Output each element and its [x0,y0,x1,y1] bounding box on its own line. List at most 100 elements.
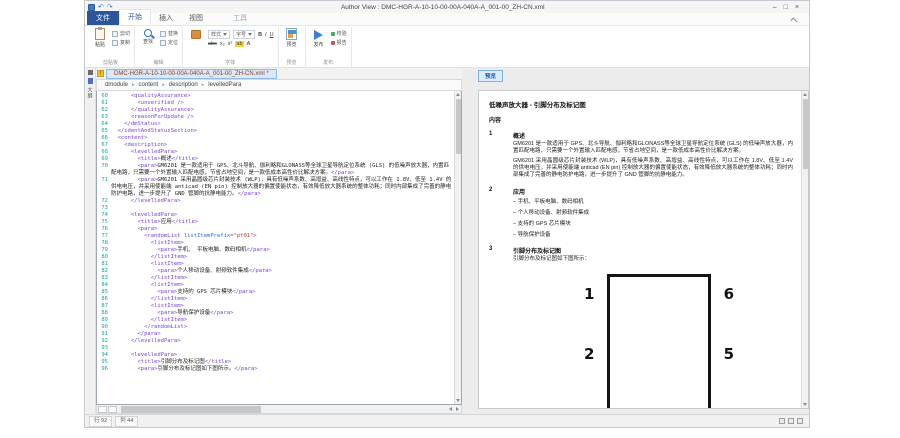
code-line[interactable]: 68 <levelledPara> [97,149,454,156]
code-line[interactable]: 61 <unverified /> [97,100,454,107]
font-size-dropdown[interactable]: 字号 [233,30,255,39]
scrollbar-thumb[interactable] [456,99,461,154]
code-line[interactable]: 96 <para>引脚分布及标记图如下图所示。</para> [97,366,454,373]
scroll-down-icon[interactable] [803,403,807,406]
document-tab[interactable]: DMC-HGR-A-10-10-00-00A-040A-A_001-00_ZH-… [106,69,277,79]
paste-button[interactable]: 粘贴 [91,28,109,58]
app-icon[interactable] [88,4,95,11]
tab-view[interactable]: 视图 [181,11,211,25]
code-line[interactable]: 85 <para>支持的 GPS 芯片模块</para> [97,289,454,296]
minimize-button[interactable]: – [773,4,777,11]
code-line[interactable]: 79 <para>手机、 平板电脑、数码相机</para> [97,247,454,254]
publish-button[interactable]: 发布 [310,28,328,58]
code-line[interactable]: 94 <levelledPara> [97,352,454,359]
code-line[interactable]: 91 </para> [97,331,454,338]
scroll-up-icon[interactable] [803,93,807,96]
pane-splitter[interactable] [462,68,478,414]
file-tab[interactable]: 文件 [87,11,119,25]
outline-panel-tab[interactable]: 大纲 [87,87,94,99]
code-line[interactable]: 77 <randomList listItemPrefix="pf01"> [97,233,454,240]
split-toggle-icon[interactable] [108,406,117,413]
code-line[interactable]: 76 <para> [97,226,454,233]
scroll-up-icon[interactable] [456,93,460,96]
tab-home[interactable]: 开始 [119,9,151,25]
tab-tools[interactable]: 工具 [225,11,255,25]
view-mode-icon[interactable] [797,418,803,424]
cut-button[interactable]: 剪切 [112,30,130,37]
code-line[interactable]: 73 [97,205,454,212]
superscript-button[interactable]: x² [228,41,233,47]
code-line[interactable]: 74 <levelledPara> [97,212,454,219]
scrollbar-thumb[interactable] [121,406,261,413]
goto-button[interactable]: 定位 [160,39,178,46]
copy-button[interactable]: 复制 [112,39,130,46]
code-line[interactable]: 83 </listItem> [97,275,454,282]
markup-button[interactable] [187,28,205,58]
code-line[interactable]: 89 </listItem> [97,317,454,324]
undo-icon[interactable]: ↶ [98,4,104,11]
tab-insert[interactable]: 插入 [151,11,181,25]
xml-code[interactable]: 60 <qualityAssurance>61 <unverified />62… [97,91,454,404]
code-line[interactable]: 82 <para>个人移动设备、射频软件集成</para> [97,268,454,275]
breadcrumb-item-levelledpara[interactable]: levelledPara [208,82,241,88]
font-color-button[interactable]: A [247,41,251,47]
code-line[interactable]: 87 <listItem> [97,303,454,310]
close-button[interactable]: × [795,4,799,11]
code-line[interactable]: 64 </dmStatus> [97,121,454,128]
maximize-button[interactable]: □ [784,4,788,11]
strikethrough-button[interactable]: abc [208,41,217,47]
preview-button[interactable]: 预览 [283,28,301,58]
italic-button[interactable]: I [265,32,267,38]
code-line[interactable]: 81 <listItem> [97,261,454,268]
code-line[interactable]: 78 <listItem> [97,240,454,247]
scroll-left-icon[interactable] [449,407,452,411]
code-line[interactable]: 69 <title>概述</title> [97,156,454,163]
code-line[interactable]: 60 <qualityAssurance> [97,93,454,100]
code-line[interactable]: 65 </identAndStatusSection> [97,128,454,135]
code-line[interactable]: 88 <para>导航保护设备</para> [97,310,454,317]
code-line[interactable]: 95 <title>引脚分布及标记图</title> [97,359,454,366]
view-mode-icon[interactable] [779,418,785,424]
scrollbar-thumb[interactable] [803,99,808,169]
outline-icon[interactable] [88,78,93,84]
split-toggle-icon[interactable] [98,406,107,413]
breadcrumb-item-dmodule[interactable]: dmodule [105,82,128,88]
code-line[interactable]: 80 </listItem> [97,254,454,261]
preview-vertical-scrollbar[interactable] [801,91,808,408]
code-line[interactable]: 92 </levelledPara> [97,338,454,345]
scroll-down-icon[interactable] [456,399,460,402]
code-line[interactable]: 72 </levelledPara> [97,198,454,205]
code-line[interactable]: 70 <para>GM6201 是一款适用于 GPS、北斗导航、伽利略和GLON… [97,163,454,177]
code-line[interactable]: 67 <description> [97,142,454,149]
find-button[interactable]: 查找 [139,28,157,58]
code-line[interactable]: 90 </randomList> [97,324,454,331]
panel-icon[interactable] [88,70,93,75]
bold-button[interactable]: B [258,32,262,38]
validate-button[interactable]: 校验 [331,30,347,37]
code-line[interactable]: 93 [97,345,454,352]
breadcrumb-item-description[interactable]: description [169,82,198,88]
scrollbar-track[interactable] [119,406,445,413]
subscript-button[interactable]: x₂ [220,41,225,47]
style-dropdown[interactable]: 样式 [208,30,230,39]
code-line[interactable]: 75 <title>应用</title> [97,219,454,226]
preview-tab[interactable]: 预览 [478,70,503,82]
underline-button[interactable]: U [270,32,274,38]
replace-button[interactable]: 替换 [160,30,178,37]
breadcrumb-item-content[interactable]: content [139,82,159,88]
preview-section: 2应用手机、平板电脑、数码相机个人移动设备、射频软件集成支持的 GPS 芯片模块… [489,187,793,241]
code-line[interactable]: 71 <para>GM6201 采用晶圆级芯片封装技术 (WLP)，具有低噪声系… [97,177,454,198]
report-button[interactable]: 报告 [331,39,347,46]
code-line[interactable]: 66 <content> [97,135,454,142]
scroll-right-icon[interactable] [456,407,459,411]
view-mode-icon[interactable] [788,418,794,424]
ribbon-collapse-icon[interactable] [790,17,797,24]
code-line[interactable]: 84 <listItem> [97,282,454,289]
editor-vertical-scrollbar[interactable] [454,91,461,404]
code-line[interactable]: 63 <reasonForUpdate /> [97,114,454,121]
highlight-button[interactable]: ab [235,41,243,47]
editor-horizontal-scrollbar[interactable] [96,405,462,414]
xml-editor[interactable]: 60 <qualityAssurance>61 <unverified />62… [96,91,462,405]
code-line[interactable]: 86 </listItem> [97,296,454,303]
code-line[interactable]: 62 </qualityAssurance> [97,107,454,114]
